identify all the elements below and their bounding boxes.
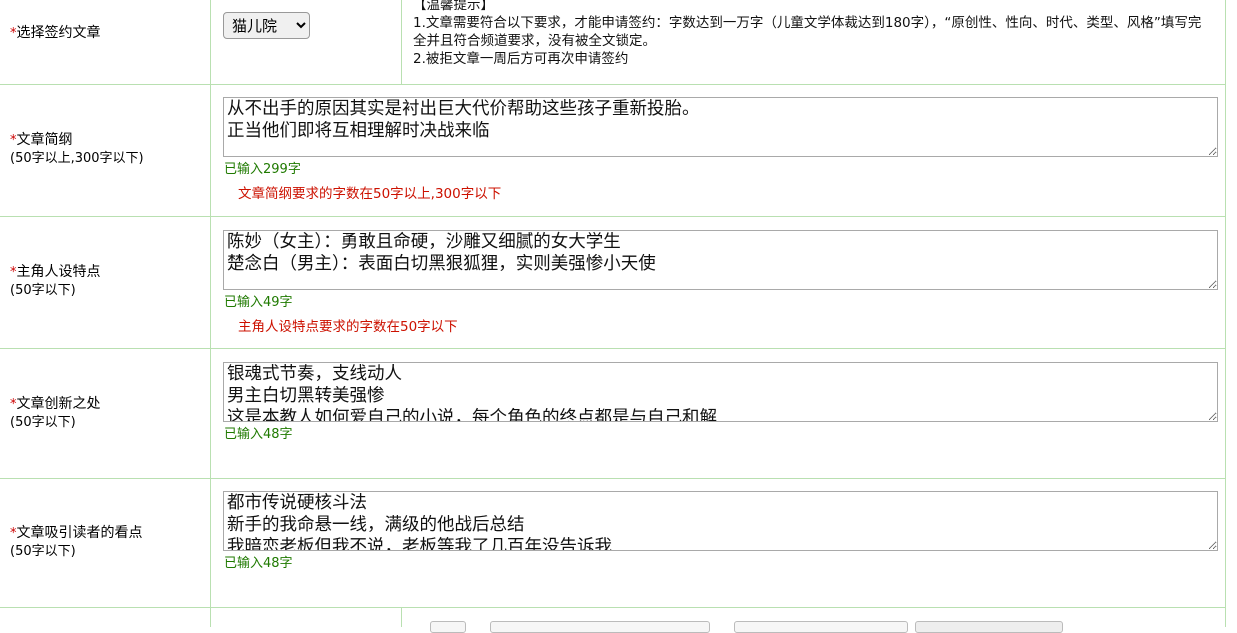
select-article-label: 选择签约文章 (16, 25, 101, 41)
summary-sublabel: (50字以上,300字以下) (10, 151, 144, 166)
label-cell: *文章创新之处 (50字以下) (0, 348, 211, 478)
highlights-textarea[interactable]: 都市传说硬核斗法 新手的我命悬一线，满级的他战后总结 我暗恋老板但我不说，老板等… (223, 491, 1218, 551)
partial-button[interactable] (915, 621, 1063, 633)
characters-label: 主角人设特点 (16, 264, 101, 280)
characters-error: 主角人设特点要求的字数在50字以下 (238, 319, 458, 335)
innovation-label: 文章创新之处 (16, 396, 101, 412)
characters-textarea[interactable]: 陈妙（女主）：勇敢且命硬，沙雕又细腻的女大学生 楚念白（男主）：表面白切黑狠狐狸… (223, 230, 1218, 290)
partial-input[interactable] (734, 621, 908, 633)
partial-checkbox[interactable] (430, 621, 466, 633)
divider (401, 607, 402, 627)
innovation-count: 已输入48字 (224, 427, 293, 442)
partial-input[interactable] (490, 621, 710, 633)
divider (401, 0, 402, 84)
characters-sublabel: (50字以下) (10, 283, 76, 298)
divider (210, 607, 211, 627)
innovation-sublabel: (50字以下) (10, 415, 76, 430)
highlights-label: 文章吸引读者的看点 (16, 525, 143, 541)
innovation-textarea[interactable]: 银魂式节奏，支线动人 男主白切黑转美强惨 这是本教人如何爱自己的小说，每个角色的… (223, 362, 1218, 422)
article-select[interactable]: 猫儿院 (223, 12, 310, 39)
divider (1225, 607, 1226, 627)
tips-title: 【温馨提示】 (413, 0, 494, 13)
summary-textarea[interactable]: 从不出手的原因其实是衬出巨大代价帮助这些孩子重新投胎。 正当他们即将互相理解时决… (223, 97, 1218, 157)
summary-count: 已输入299字 (224, 162, 301, 177)
highlights-count: 已输入48字 (224, 556, 293, 571)
label-cell: *文章吸引读者的看点 (50字以下) (0, 478, 211, 607)
label-cell: *主角人设特点 (50字以下) (0, 216, 211, 348)
label-cell: *选择签约文章 (0, 0, 211, 84)
tips-line1: 1.文章需要符合以下要求，才能申请签约：字数达到一万字（儿童文学体裁达到180字… (413, 15, 1202, 49)
summary-label: 文章简纲 (16, 132, 73, 148)
characters-count: 已输入49字 (224, 295, 293, 310)
label-cell: *文章简纲 (50字以上,300字以下) (0, 84, 211, 216)
highlights-sublabel: (50字以下) (10, 544, 76, 559)
summary-error: 文章简纲要求的字数在50字以上,300字以下 (238, 186, 502, 202)
tips-box: 【温馨提示】 1.文章需要符合以下要求，才能申请签约：字数达到一万字（儿童文学体… (413, 0, 1213, 68)
tips-line2: 2.被拒文章一周后方可再次申请签约 (413, 51, 629, 67)
